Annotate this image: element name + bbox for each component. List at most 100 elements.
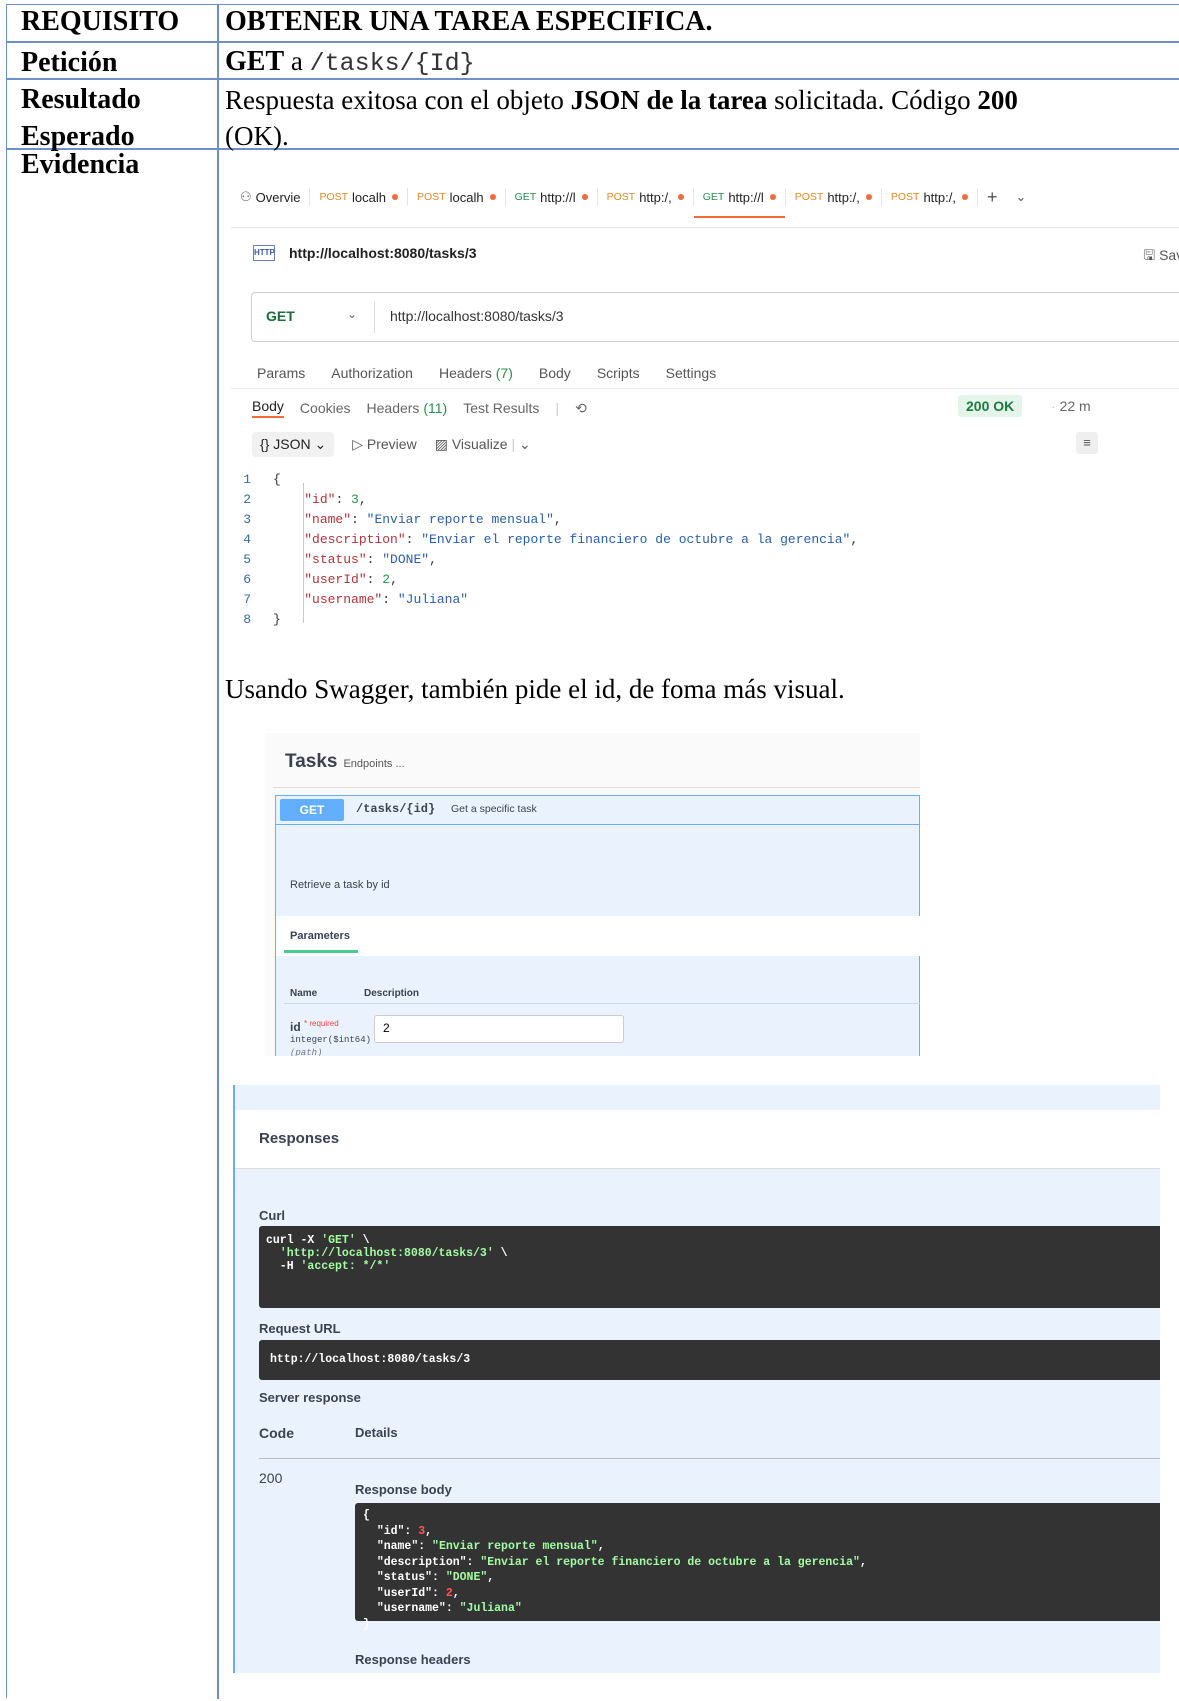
resp-tab-test-results[interactable]: Test Results: [463, 400, 539, 416]
curl-block[interactable]: curl -X 'GET' \ 'http://localhost:8080/t…: [259, 1226, 1160, 1308]
tab-settings[interactable]: Settings: [666, 365, 717, 381]
json-key: "id": [304, 492, 336, 507]
tabs-chevron-down-icon[interactable]: ⌄: [1007, 188, 1036, 206]
tag-title: Tasks Endpoints ...: [285, 751, 405, 773]
tab-label: Overvie: [255, 189, 301, 205]
visualize-button[interactable]: ▨ Visualize | ⌄: [435, 436, 531, 453]
tab-request[interactable]: POST localh: [310, 188, 409, 206]
tab-headers-count: (7): [495, 365, 513, 381]
save-label: Save: [1159, 247, 1179, 263]
tab-authorization[interactable]: Authorization: [331, 365, 413, 381]
postman-tabs: ⚇ Overvie POST localh POST localh GET http:/…: [231, 183, 1036, 218]
tab-request[interactable]: POST http:/,: [598, 188, 694, 206]
parameters-tab[interactable]: Parameters: [290, 930, 350, 942]
resp-tab-cookies[interactable]: Cookies: [300, 400, 351, 416]
json-key: "name": [376, 1540, 419, 1553]
tab-request[interactable]: POST http:/,: [882, 188, 978, 206]
format-json-select[interactable]: {} JSON ⌄: [252, 432, 335, 457]
id-input[interactable]: 2: [374, 1015, 624, 1043]
json-colon: :: [466, 1555, 481, 1569]
json-key: "username": [376, 1602, 446, 1615]
json-colon: :: [335, 492, 352, 507]
tab-label: http:/,: [639, 189, 672, 205]
visualize-separator: |: [511, 436, 516, 452]
unsaved-dot-icon: [392, 194, 399, 200]
overview-icon: ⚇: [240, 189, 252, 204]
tab-label: http://l: [540, 189, 576, 205]
tab-request[interactable]: POST localh: [408, 188, 506, 206]
response-headers-label: Response headers: [355, 1652, 471, 1667]
json-key: "id": [376, 1524, 405, 1538]
json-line: 3 "name": "Enviar reporte mensual",: [231, 510, 858, 530]
unsaved-dot-icon: [865, 194, 872, 200]
line-number: 7: [243, 592, 251, 607]
json-key: "status": [376, 1571, 433, 1584]
tab-request[interactable]: POST http:/,: [786, 188, 882, 206]
unsaved-dot-icon: [769, 194, 776, 200]
response-code: 200: [259, 1470, 283, 1486]
json-line: 6 "userId": 2,: [231, 570, 858, 590]
tab-method: POST: [319, 191, 349, 203]
json-brace: }: [273, 612, 281, 627]
json-value: "Juliana": [397, 592, 469, 607]
tab-scripts[interactable]: Scripts: [597, 365, 640, 381]
json-key: "userId": [304, 572, 367, 587]
json-comma: ,: [429, 552, 437, 567]
wrap-lines-icon[interactable]: ≡: [1076, 432, 1098, 454]
json-value: 2: [382, 572, 391, 587]
line-number: 1: [243, 472, 251, 487]
operation-summary-bar[interactable]: GET /tasks/{id} Get a specific task: [275, 795, 920, 825]
tab-overview[interactable]: ⚇ Overvie: [231, 188, 311, 206]
http-icon: HTTP: [253, 245, 275, 261]
json-value: "Enviar reporte mensual": [366, 512, 554, 527]
tab-body[interactable]: Body: [539, 365, 571, 381]
tab-request[interactable]: GET http://l: [506, 188, 598, 206]
json-line: 1{: [231, 470, 858, 490]
json-colon: :: [445, 1602, 460, 1615]
method-chevron-down-icon[interactable]: ⌄: [347, 307, 357, 321]
new-tab-plus-icon[interactable]: +: [978, 187, 1007, 207]
postman-screenshot: ⚇ Overvie POST localh POST localh GET http:/…: [231, 175, 1179, 663]
preview-button[interactable]: ▷ Preview: [352, 436, 416, 453]
body-line: "description": "Enviar el reporte financ…: [363, 1555, 1157, 1571]
tab-method: GET: [514, 191, 537, 203]
curl-line-1: curl -X: [266, 1234, 322, 1247]
tab-headers[interactable]: Headers (7): [439, 365, 513, 381]
resp-tab-body[interactable]: Body: [252, 398, 284, 418]
resp-tab-headers[interactable]: Headers (11): [367, 400, 448, 416]
json-colon: :: [432, 1586, 446, 1600]
response-view-toolbar: {} JSON ⌄ ▷ Preview ▨ Visualize | ⌄: [252, 432, 531, 457]
server-response-label: Server response: [259, 1390, 361, 1405]
response-divider: [231, 388, 1179, 389]
history-icon[interactable]: ⟲: [575, 400, 587, 417]
json-key: "name": [304, 512, 352, 527]
tab-method: POST: [417, 191, 446, 203]
json-value: "Enviar reporte mensual": [432, 1540, 598, 1553]
url-input[interactable]: http://localhost:8080/tasks/3: [390, 308, 564, 324]
method-select[interactable]: GET: [266, 308, 295, 324]
save-button[interactable]: 🖫 Save: [1143, 245, 1179, 269]
response-body-block[interactable]: { "id": 3, "name": "Enviar reporte mensu…: [355, 1503, 1160, 1631]
time-separator-dot: ·: [1051, 398, 1056, 414]
code-header: Code: [259, 1425, 294, 1441]
response-time-value: 22 m: [1059, 398, 1091, 414]
unsaved-dot-icon: [581, 194, 588, 200]
body-line: "id": 3,: [363, 1524, 1157, 1540]
requisito-value: OBTENER UNA TAREA ESPECIFICA.: [225, 6, 713, 37]
json-value: 3: [351, 492, 359, 507]
json-comma: ,: [358, 492, 367, 507]
line-number: 5: [243, 552, 251, 567]
tab-headers-label: Headers: [438, 365, 492, 381]
tab-request-active[interactable]: GET http://l: [693, 188, 786, 218]
resultado-label-1: Resultado: [21, 84, 141, 115]
tab-params[interactable]: Params: [257, 365, 305, 381]
json-comma: ,: [597, 1540, 605, 1553]
request-url-value[interactable]: http://localhost:8080/tasks/3: [259, 1340, 1160, 1380]
